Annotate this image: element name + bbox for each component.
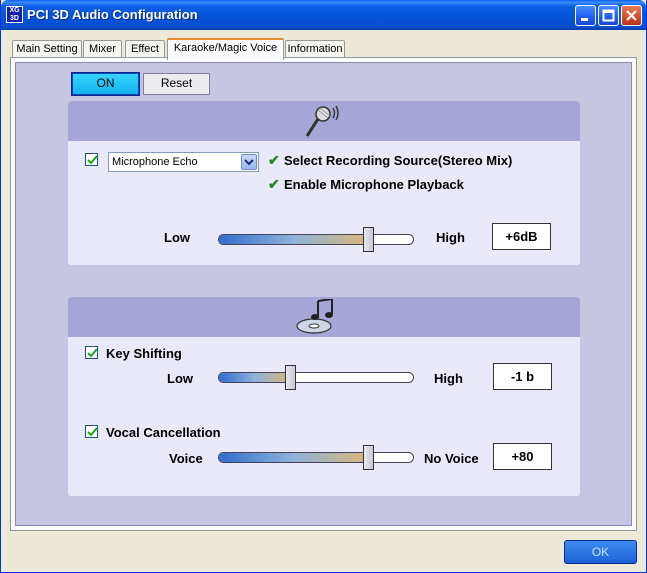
chevron-down-icon: [241, 154, 257, 170]
vocal-low-label: Voice: [169, 451, 203, 466]
close-button[interactable]: [621, 5, 642, 26]
microphone-playback-option[interactable]: Enable Microphone Playback: [284, 177, 464, 192]
mic-volume-track[interactable]: [218, 234, 414, 245]
title-bar[interactable]: XG 3D PCI 3D Audio Configuration: [1, 0, 646, 30]
key-shift-track[interactable]: [218, 372, 414, 383]
key-shift-thumb[interactable]: [284, 365, 296, 390]
on-button[interactable]: ON: [71, 72, 140, 96]
karaoke-panel: ON Reset Microphone Echo ✔ Select Record…: [15, 62, 632, 526]
mic-volume-thumb[interactable]: [362, 227, 374, 252]
check-mark-icon: ✔: [268, 176, 280, 192]
checkmark-icon: [87, 155, 98, 165]
ok-button[interactable]: OK: [564, 540, 637, 564]
music-section: Key Shifting Low High -1 b Vocal Cancell…: [68, 297, 580, 496]
microphone-effect-select[interactable]: Microphone Echo: [108, 152, 259, 172]
microphone-section-header: [68, 101, 580, 141]
music-section-header: [68, 297, 580, 337]
vocal-cancellation-label: Vocal Cancellation: [106, 425, 221, 440]
microphone-effect-value: Microphone Echo: [112, 156, 198, 168]
tab-karaoke-magic-voice[interactable]: Karaoke/Magic Voice: [167, 38, 284, 60]
mic-volume-fill: [219, 235, 369, 244]
key-shifting-checkbox[interactable]: [85, 346, 98, 359]
mic-high-label: High: [436, 230, 465, 245]
microphone-section: Microphone Echo ✔ Select Recording Sourc…: [68, 101, 580, 265]
close-icon: [626, 10, 637, 21]
maximize-button[interactable]: [598, 5, 619, 26]
music-cd-icon: [296, 299, 333, 334]
key-value-box: -1 b: [493, 363, 552, 390]
checkmark-icon: [87, 348, 98, 358]
mic-value-box: +6dB: [492, 223, 551, 250]
check-mark-icon: ✔: [268, 152, 280, 168]
vocal-cancellation-thumb[interactable]: [362, 445, 374, 470]
window-title: PCI 3D Audio Configuration: [27, 7, 198, 22]
window: XG 3D PCI 3D Audio Configuration Main Se…: [0, 0, 647, 573]
tab-panel: ON Reset Microphone Echo ✔ Select Record…: [10, 57, 637, 531]
microphone-icon: [305, 105, 339, 137]
minimize-button[interactable]: [575, 5, 596, 26]
vocal-cancellation-checkbox[interactable]: [85, 425, 98, 438]
key-shifting-label: Key Shifting: [106, 346, 182, 361]
app-icon: XG 3D: [6, 6, 23, 23]
key-low-label: Low: [167, 371, 193, 386]
recording-source-option[interactable]: Select Recording Source(Stereo Mix): [284, 153, 512, 168]
minimize-icon: [581, 18, 588, 21]
vocal-cancellation-track[interactable]: [218, 452, 414, 463]
checkmark-icon: [87, 427, 98, 437]
key-shift-fill: [219, 373, 291, 382]
mic-low-label: Low: [164, 230, 190, 245]
key-high-label: High: [434, 371, 463, 386]
reset-button[interactable]: Reset: [143, 73, 210, 95]
vocal-value-box: +80: [493, 443, 552, 470]
microphone-enable-checkbox[interactable]: [85, 153, 98, 166]
vocal-high-label: No Voice: [424, 451, 479, 466]
maximize-icon: [602, 9, 615, 22]
vocal-cancellation-fill: [219, 453, 369, 462]
